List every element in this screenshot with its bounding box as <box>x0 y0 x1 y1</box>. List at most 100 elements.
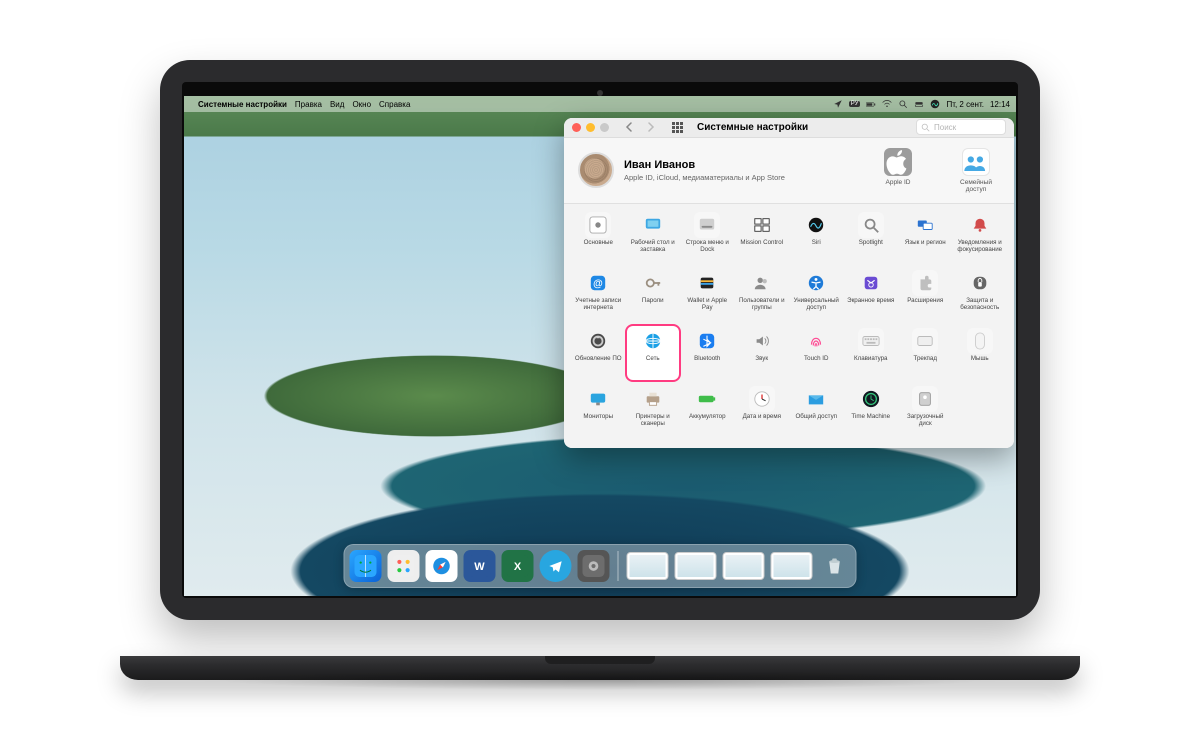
pane-label: Экранное время <box>846 298 895 305</box>
pane-desktop[interactable]: Рабочий стол и заставка <box>627 210 680 264</box>
pane-network[interactable]: Сеть <box>627 326 680 380</box>
menu-window[interactable]: Окно <box>352 100 371 109</box>
nav-forward-button[interactable] <box>643 119 659 135</box>
search-placeholder: Поиск <box>934 123 956 132</box>
wifi-icon[interactable] <box>882 99 892 109</box>
nav-back-button[interactable] <box>621 119 637 135</box>
pane-label: Расширения <box>906 298 944 305</box>
pane-dock[interactable]: Строка меню и Dock <box>681 210 734 264</box>
show-all-button[interactable] <box>669 119 685 135</box>
dock-launchpad[interactable] <box>388 550 420 582</box>
location-icon[interactable] <box>833 99 843 109</box>
pane-label: Аккумулятор <box>688 414 727 421</box>
mouse-icon <box>967 328 993 354</box>
pane-label: Защита и безопасность <box>954 298 1007 311</box>
avatar[interactable] <box>578 152 614 188</box>
pane-printers[interactable]: Принтеры и сканеры <box>627 384 680 438</box>
pane-extensions[interactable]: Расширения <box>899 268 952 322</box>
dock-minimized-window[interactable] <box>675 552 717 580</box>
pane-mouse[interactable]: Мышь <box>954 326 1007 380</box>
language-icon <box>912 212 938 238</box>
pane-touchid[interactable]: Touch ID <box>790 326 843 380</box>
accessibility-icon <box>803 270 829 296</box>
search-input[interactable]: Поиск <box>916 119 1006 135</box>
siri-menu-icon[interactable] <box>930 99 940 109</box>
pane-users[interactable]: Пользователи и группы <box>736 268 789 322</box>
dock-minimized-window[interactable] <box>627 552 669 580</box>
pane-security[interactable]: Защита и безопасность <box>954 268 1007 322</box>
screen: Системные настройки Правка Вид Окно Спра… <box>184 96 1016 596</box>
pane-displays[interactable]: Мониторы <box>572 384 625 438</box>
pane-general[interactable]: Основные <box>572 210 625 264</box>
pane-timemachine[interactable]: Time Machine <box>845 384 898 438</box>
pane-label: Клавиатура <box>853 356 889 363</box>
dock-trash[interactable] <box>819 550 851 582</box>
pane-datetime[interactable]: Дата и время <box>736 384 789 438</box>
menu-view[interactable]: Вид <box>330 100 344 109</box>
pane-label: Рабочий стол и заставка <box>627 240 680 253</box>
dock-safari[interactable] <box>426 550 458 582</box>
pane-label: Универсальный доступ <box>790 298 843 311</box>
pane-label: Touch ID <box>803 356 829 363</box>
user-subtitle: Apple ID, iCloud, медиаматериалы и App S… <box>624 173 785 182</box>
menubar-date[interactable]: Пт, 2 сент. <box>946 100 984 109</box>
input-source[interactable]: РУ <box>849 101 861 107</box>
control-center-icon[interactable] <box>914 99 924 109</box>
pane-internet[interactable]: @Учетные записи интернета <box>572 268 625 322</box>
dock-word[interactable]: W <box>464 550 496 582</box>
pane-battery[interactable]: Аккумулятор <box>681 384 734 438</box>
family-sharing-pane[interactable]: Семейный доступ <box>952 148 1000 193</box>
dock-telegram[interactable] <box>540 550 572 582</box>
window-titlebar: Системные настройки Поиск <box>564 118 1014 138</box>
pane-sound[interactable]: Звук <box>736 326 789 380</box>
apple-id-icon <box>884 148 912 176</box>
pane-screentime[interactable]: Экранное время <box>845 268 898 322</box>
zoom-button[interactable] <box>600 123 609 132</box>
svg-text:W: W <box>474 561 485 573</box>
window-title: Системные настройки <box>697 122 808 133</box>
menu-help[interactable]: Справка <box>379 100 410 109</box>
pane-label: Мониторы <box>582 414 614 421</box>
pane-language[interactable]: Язык и регион <box>899 210 952 264</box>
pane-label: Пароли <box>641 298 665 305</box>
app-menu[interactable]: Системные настройки <box>198 100 287 109</box>
pane-bluetooth[interactable]: Bluetooth <box>681 326 734 380</box>
dock-icon <box>694 212 720 238</box>
pane-spotlight[interactable]: Spotlight <box>845 210 898 264</box>
pane-softwareupdate[interactable]: Обновление ПО <box>572 326 625 380</box>
screentime-icon <box>858 270 884 296</box>
dock-minimized-window[interactable] <box>771 552 813 580</box>
spotlight-menu-icon[interactable] <box>898 99 908 109</box>
pane-passwords[interactable]: Пароли <box>627 268 680 322</box>
pane-label: Siri <box>811 240 822 247</box>
pane-accessibility[interactable]: Универсальный доступ <box>790 268 843 322</box>
trackpad-notch <box>545 656 655 664</box>
displays-icon <box>585 386 611 412</box>
pane-keyboard[interactable]: Клавиатура <box>845 326 898 380</box>
battery-icon[interactable] <box>866 99 876 109</box>
datetime-icon <box>749 386 775 412</box>
dock-system-preferences[interactable] <box>578 550 610 582</box>
spotlight-icon <box>858 212 884 238</box>
pane-wallet[interactable]: Wallet и Apple Pay <box>681 268 734 322</box>
pane-label: Звук <box>754 356 769 363</box>
dock: WX <box>344 544 857 588</box>
dock-minimized-window[interactable] <box>723 552 765 580</box>
dock-excel[interactable]: X <box>502 550 534 582</box>
pane-mission[interactable]: Mission Control <box>736 210 789 264</box>
minimize-button[interactable] <box>586 123 595 132</box>
dock-finder[interactable] <box>350 550 382 582</box>
apple-id-pane[interactable]: Apple ID <box>874 148 922 193</box>
menubar: Системные настройки Правка Вид Окно Спра… <box>184 96 1016 112</box>
pane-label: Time Machine <box>850 414 891 421</box>
softwareupdate-icon <box>585 328 611 354</box>
pane-startupdisk[interactable]: Загрузочный диск <box>899 384 952 438</box>
pane-label: Обновление ПО <box>574 356 623 363</box>
menu-edit[interactable]: Правка <box>295 100 322 109</box>
close-button[interactable] <box>572 123 581 132</box>
pane-sharing[interactable]: Общий доступ <box>790 384 843 438</box>
pane-siri[interactable]: Siri <box>790 210 843 264</box>
pane-notifications[interactable]: Уведомления и фокусирование <box>954 210 1007 264</box>
menubar-time[interactable]: 12:14 <box>990 100 1010 109</box>
pane-trackpad[interactable]: Трекпад <box>899 326 952 380</box>
